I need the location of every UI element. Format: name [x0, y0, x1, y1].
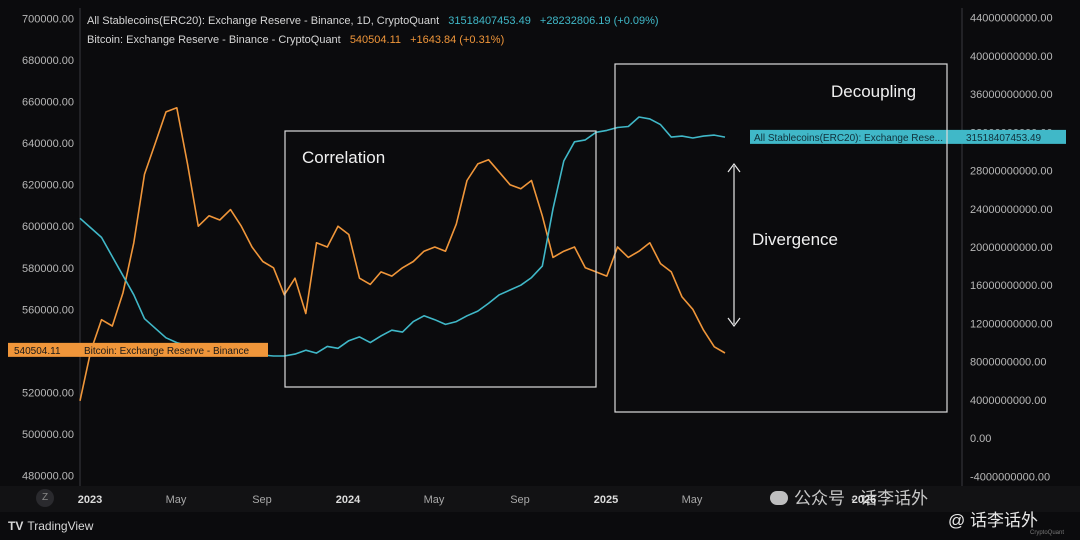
tradingview-icon: TV	[8, 519, 24, 533]
watermark-text: 公众号 · 话李话外	[794, 489, 929, 508]
zoom-reset-button[interactable]: Z	[36, 489, 54, 507]
correlation-box	[284, 130, 597, 388]
legend-stablecoins-change: +28232806.19 (+0.09%)	[539, 15, 659, 27]
btc-price-tag-text: 540504.11	[14, 346, 61, 357]
right-tick-label: 8000000000.00	[970, 357, 1046, 369]
left-tick-label: 580000.00	[22, 263, 74, 275]
left-tick-label: 640000.00	[22, 138, 74, 150]
chart-plot: 700000.00 680000.00 660000.00 640000.00 6200…	[0, 8, 1080, 512]
legend-stablecoins-name: All Stablecoins(ERC20): Exchange Reserve…	[87, 15, 440, 27]
legend-stablecoins-value: 31518407453.49	[448, 15, 531, 27]
right-tick-label: 12000000000.00	[970, 318, 1053, 330]
legend-bitcoin-change: +1643.84 (+0.31%)	[410, 34, 505, 46]
right-tick-label: 24000000000.00	[970, 204, 1053, 216]
x-tick-label: Sep	[510, 494, 530, 506]
x-tick-label: 2023	[78, 494, 102, 506]
x-tick-label: 2024	[336, 494, 361, 506]
legend-bitcoin-name: Bitcoin: Exchange Reserve - Binance - Cr…	[87, 34, 341, 46]
legend-bitcoin-value: 540504.11	[349, 34, 401, 46]
right-tick-label: 40000000000.00	[970, 51, 1053, 63]
left-tick-label: 700000.00	[22, 13, 74, 25]
stable-series-tag-text: All Stablecoins(ERC20): Exchange Rese...	[754, 133, 943, 144]
right-tick-label: -4000000000.00	[970, 471, 1050, 483]
series-line-stablecoins	[79, 116, 726, 357]
legend-bitcoin: Bitcoin: Exchange Reserve - Binance - Cr…	[87, 34, 510, 46]
x-tick-label: May	[166, 494, 187, 506]
right-tick-label: 44000000000.00	[970, 13, 1053, 25]
left-tick-label: 680000.00	[22, 55, 74, 67]
x-tick-label: May	[424, 494, 445, 506]
right-tick-label: 4000000000.00	[970, 395, 1046, 407]
watermark-handle: @ 话李话外	[948, 511, 1038, 530]
decoupling-label: Decoupling	[831, 82, 916, 101]
right-tick-label: 16000000000.00	[970, 280, 1053, 292]
left-tick-label: 620000.00	[22, 180, 74, 192]
left-tick-label: 660000.00	[22, 97, 74, 109]
left-tick-label: 500000.00	[22, 429, 74, 441]
left-tick-label: 520000.00	[22, 387, 74, 399]
right-tick-label: 0.00	[970, 433, 991, 445]
wechat-icon	[770, 491, 788, 505]
left-tick-label: 480000.00	[22, 471, 74, 483]
x-tick-label: 2025	[594, 494, 618, 506]
x-tick-label: May	[682, 494, 703, 506]
watermark-wechat: 公众号 · 话李话外	[770, 484, 928, 509]
tradingview-label: TradingView	[27, 519, 94, 533]
right-tick-label: 28000000000.00	[970, 166, 1053, 178]
legend-stablecoins: All Stablecoins(ERC20): Exchange Reserve…	[87, 15, 665, 27]
x-tick-label: Sep	[252, 494, 272, 506]
tradingview-logo: TV TradingView	[8, 519, 93, 533]
correlation-label: Correlation	[302, 148, 385, 167]
stable-price-tag-text: 31518407453.49	[966, 133, 1042, 144]
chart-frame: 700000.00 680000.00 660000.00 640000.00 6200…	[0, 0, 1080, 540]
left-tick-label: 600000.00	[22, 221, 74, 233]
cryptoquant-mark: CryptoQuant	[1030, 530, 1065, 536]
right-tick-label: 20000000000.00	[970, 242, 1053, 254]
left-tick-label: 560000.00	[22, 304, 74, 316]
divergence-label: Divergence	[752, 230, 838, 249]
right-tick-label: 36000000000.00	[970, 89, 1053, 101]
btc-series-tag-text: Bitcoin: Exchange Reserve - Binance	[84, 346, 250, 357]
